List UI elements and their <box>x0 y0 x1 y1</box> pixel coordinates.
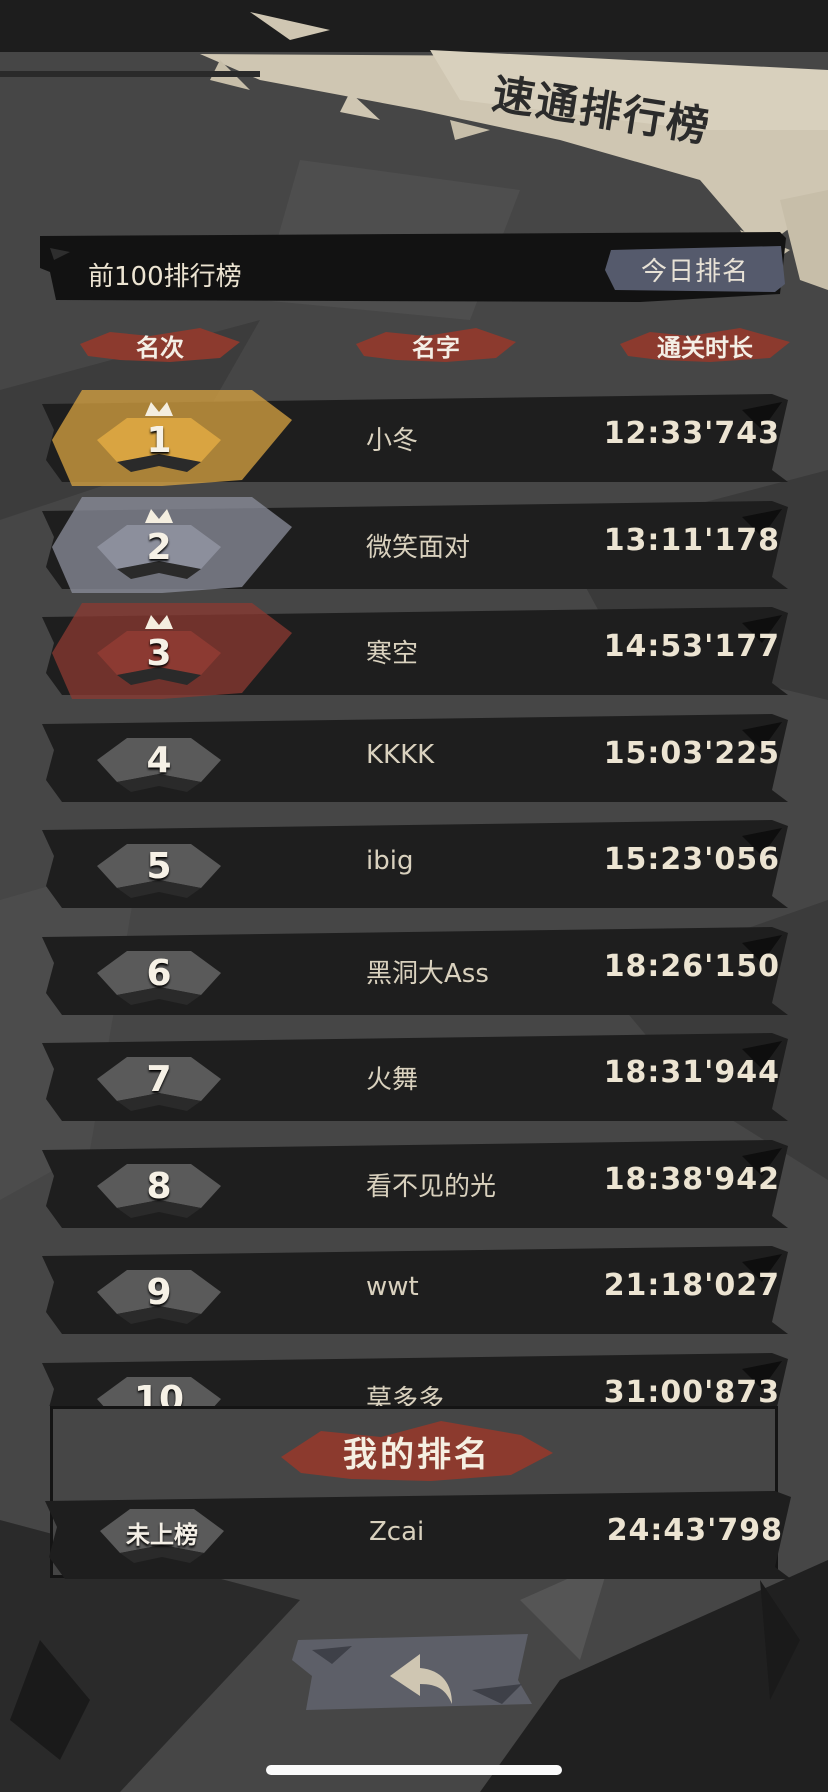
column-header-name: 名字 <box>356 322 516 368</box>
rank-number: 9 <box>146 1272 172 1313</box>
leaderboard-row: 7 火舞 18:31'944 <box>42 1029 788 1125</box>
clear-time: 18:26'150 <box>603 949 780 984</box>
top100-label: 前100排行榜 <box>88 262 242 292</box>
player-name: wwt <box>366 1272 419 1302</box>
leaderboard-header-bar: 前100排行榜 今日排名 <box>40 232 792 302</box>
rank-badge: 未上榜 <box>100 1493 224 1567</box>
rank-badge: 5 <box>97 828 221 902</box>
rank-number: 1 <box>146 420 172 461</box>
rank-badge: 8 <box>97 1148 221 1222</box>
rank-badge: 2 <box>97 509 221 583</box>
rank-badge: 4 <box>97 722 221 796</box>
clear-time: 14:53'177 <box>603 629 780 664</box>
rank-badge: 3 <box>97 615 221 689</box>
my-ranking-title-wrap: 我的排名 <box>281 1417 553 1485</box>
home-indicator <box>266 1765 562 1775</box>
back-button[interactable] <box>292 1620 532 1720</box>
rank-badge: 9 <box>97 1254 221 1328</box>
player-name: 微笑面对 <box>366 533 471 563</box>
my-player-name: Zcai <box>369 1517 425 1547</box>
column-name-label: 名字 <box>412 333 460 362</box>
rank-badge: 6 <box>97 935 221 1009</box>
rank-number: 8 <box>146 1166 172 1207</box>
my-rank-label: 未上榜 <box>126 1521 198 1549</box>
clear-time: 12:33'743 <box>603 416 780 451</box>
leaderboard-row: 1 小冬 12:33'743 <box>42 390 788 486</box>
rank-badge: 10 <box>97 1361 221 1406</box>
player-name: 黑洞大Ass <box>366 959 489 989</box>
player-name: 火舞 <box>366 1065 419 1095</box>
leaderboard-row: 10 莫多多 31:00'873 <box>42 1349 788 1406</box>
column-rank-label: 名次 <box>136 333 184 362</box>
my-clear-time: 24:43'798 <box>606 1513 783 1548</box>
today-ranking-label: 今日排名 <box>640 256 749 287</box>
leaderboard-row: 3 寒空 14:53'177 <box>42 603 788 699</box>
leaderboard-row: 4 KKKK 15:03'225 <box>42 710 788 806</box>
rank-badge: 1 <box>97 402 221 476</box>
rank-number: 10 <box>133 1379 185 1406</box>
today-ranking-button[interactable]: 今日排名 <box>605 246 785 292</box>
rank-number: 2 <box>146 527 172 568</box>
clear-time: 31:00'873 <box>603 1375 780 1406</box>
clear-time: 15:03'225 <box>603 736 780 771</box>
rank-badge: 7 <box>97 1041 221 1115</box>
leaderboard-row: 2 微笑面对 13:11'178 <box>42 497 788 593</box>
clear-time: 18:38'942 <box>603 1162 780 1197</box>
back-arrow-icon <box>292 1634 532 1710</box>
player-name: ibig <box>366 846 414 876</box>
column-header-time: 通关时长 <box>620 322 790 368</box>
rank-number: 3 <box>146 633 172 674</box>
player-name: 莫多多 <box>366 1385 445 1406</box>
clear-time: 13:11'178 <box>603 523 780 558</box>
rank-number: 6 <box>146 953 172 994</box>
column-header-rank: 名次 <box>80 322 240 368</box>
clear-time: 18:31'944 <box>603 1055 780 1090</box>
player-name: KKKK <box>366 740 435 770</box>
leaderboard-row: 9 wwt 21:18'027 <box>42 1242 788 1338</box>
leaderboard-row: 5 ibig 15:23'056 <box>42 816 788 912</box>
rank-number: 7 <box>146 1059 172 1100</box>
clear-time: 21:18'027 <box>603 1268 780 1303</box>
leaderboard-row: 8 看不见的光 18:38'942 <box>42 1136 788 1232</box>
my-ranking-title: 我的排名 <box>343 1434 491 1475</box>
leaderboard-row: 6 黑洞大Ass 18:26'150 <box>42 923 788 1019</box>
rank-number: 5 <box>146 846 172 887</box>
my-ranking-panel: 我的排名 未上榜 Zcai 24:43'798 <box>45 1406 791 1579</box>
rank-number: 4 <box>146 740 172 781</box>
column-time-label: 通关时长 <box>657 333 753 362</box>
player-name: 小冬 <box>366 426 419 456</box>
my-ranking-row: 未上榜 Zcai 24:43'798 <box>45 1487 791 1583</box>
clear-time: 15:23'056 <box>603 842 780 877</box>
player-name: 寒空 <box>366 639 419 669</box>
player-name: 看不见的光 <box>366 1172 497 1202</box>
